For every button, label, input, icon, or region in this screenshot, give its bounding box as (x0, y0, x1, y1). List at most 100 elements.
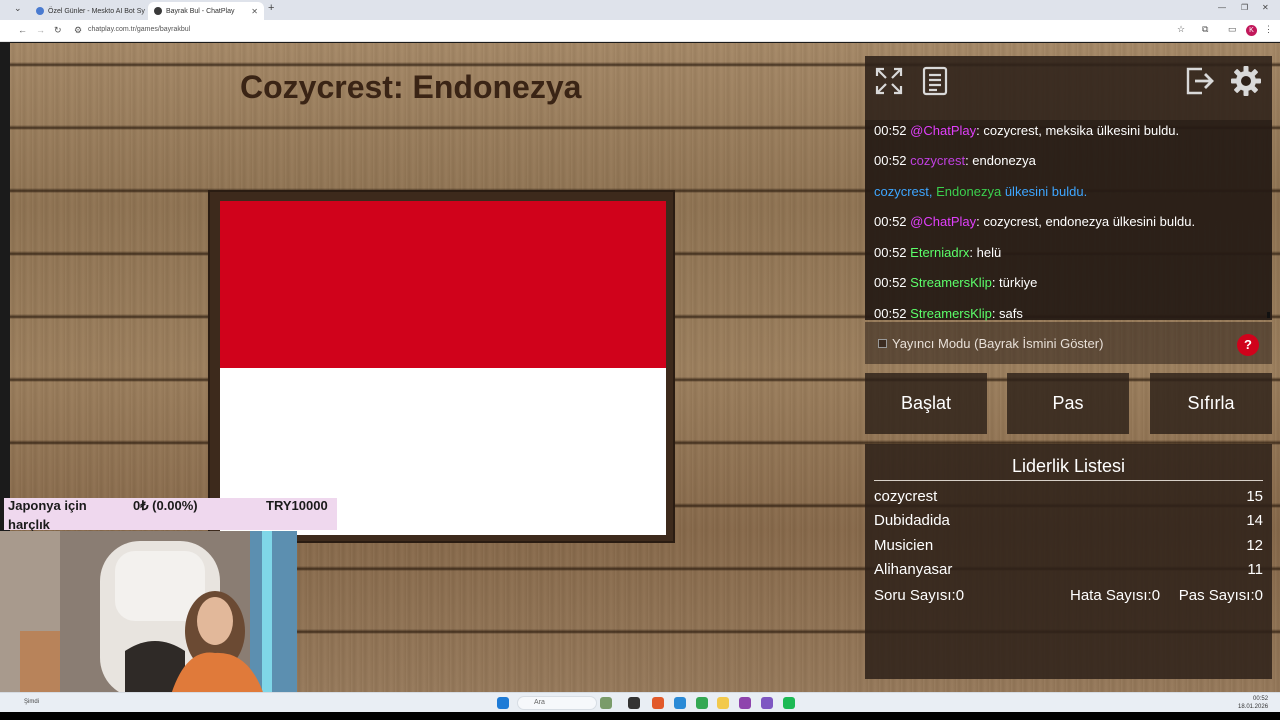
streamer-mode-bar: Yayıncı Modu (Bayrak İsmini Göster) ? (865, 322, 1272, 364)
chat-message: 00:52 Eterniadrx: helü (874, 245, 1001, 260)
chat-scrollbar[interactable] (1267, 312, 1270, 318)
donation-progress: 0₺ (0.00%) (133, 498, 198, 513)
chat-time: 00:52 (874, 306, 907, 321)
chat-message: 00:52 cozycrest: endonezya (874, 153, 1036, 168)
profile-avatar[interactable]: K (1246, 25, 1257, 36)
divider (874, 480, 1263, 481)
notes-icon[interactable] (918, 64, 952, 98)
weather-widget[interactable]: Şimdi (24, 699, 39, 705)
settings-gear-icon[interactable] (1229, 64, 1263, 98)
pass-count: Pas Sayısı:0 (1178, 587, 1263, 604)
file-explorer-icon[interactable] (717, 697, 729, 709)
pass-button[interactable]: Pas (1007, 373, 1129, 434)
restore-icon[interactable]: ❐ (1241, 3, 1248, 12)
back-icon[interactable]: ← (18, 25, 27, 35)
question-count: Soru Sayısı:0 (874, 587, 965, 604)
chrome-icon[interactable] (696, 697, 708, 709)
error-count: Hata Sayısı:0 (1070, 587, 1161, 604)
minimize-icon[interactable]: — (1218, 3, 1226, 12)
app-icon[interactable] (761, 697, 773, 709)
close-window-icon[interactable]: ✕ (1262, 3, 1269, 12)
fullscreen-icon[interactable] (872, 64, 906, 98)
player-score: 15 (1246, 488, 1263, 505)
twitch-icon[interactable] (739, 697, 751, 709)
chat-text: : türkiye (991, 275, 1038, 290)
taskbar-search[interactable]: Ara (517, 696, 597, 710)
close-tab-icon[interactable]: ✕ (145, 7, 146, 16)
edge-icon[interactable] (674, 697, 686, 709)
chat-time: 00:52 (874, 153, 907, 168)
chat-text: : cozycrest, endonezya ülkesini buldu. (976, 214, 1196, 229)
clock-date: 18.01.2026 (1238, 704, 1269, 710)
leaderboard-title: Liderlik Listesi (1011, 456, 1126, 476)
chat-text: : endonezya (965, 153, 1036, 168)
windows-start-icon[interactable] (497, 697, 509, 709)
site-favicon-icon (154, 7, 162, 15)
widget-icon[interactable] (600, 697, 612, 709)
menu-icon[interactable]: ⋮ (1264, 24, 1273, 35)
chat-message: 00:52 @ChatPlay: cozycrest, endonezya ül… (874, 214, 1195, 229)
streamer-mode-checkbox[interactable] (878, 339, 887, 348)
tab-title: Özel Günler - Meskto AI Bot Sy (48, 7, 145, 15)
leaderboard-row: cozycrest 15 (874, 488, 1263, 505)
tab-ozel-gunler[interactable]: Özel Günler - Meskto AI Bot Sy ✕ (30, 2, 146, 20)
leaderboard-row: Musicien 12 (874, 537, 1263, 554)
app-icon[interactable] (652, 697, 664, 709)
new-tab-button[interactable]: + (268, 2, 274, 14)
url-field[interactable]: chatplay.com.tr/games/bayrakbul (88, 26, 190, 33)
chat-text: : safs (991, 306, 1023, 321)
taskbar: Şimdi Ara 00:52 18.01.2026 (0, 692, 1280, 712)
tab-title: Bayrak Bul - ChatPlay (166, 7, 235, 15)
chat-user: cozycrest (910, 153, 966, 168)
player-name: Dubidadida (874, 512, 950, 529)
donation-goal: TRY10000 (266, 498, 328, 513)
chat-announcement: cozycrest, Endonezya ülkesini buldu. (874, 184, 1087, 199)
chat-time: 00:52 (874, 275, 907, 290)
chat-user: Eterniadrx (910, 245, 970, 260)
flag-top-band (220, 201, 666, 368)
start-button[interactable]: Başlat (865, 373, 987, 434)
bookmark-star-icon[interactable]: ☆ (1177, 24, 1185, 35)
chat-time: 00:52 (874, 214, 907, 229)
leaderboard: Liderlik Listesi cozycrest 15 Dubidadida… (865, 444, 1272, 679)
tab-search-icon[interactable]: ⌄ (14, 3, 22, 14)
close-tab-icon[interactable]: ✕ (245, 7, 258, 16)
chat-user: StreamersKlip (910, 275, 992, 290)
announce-country: Endonezya (936, 184, 1002, 199)
player-score: 14 (1246, 512, 1263, 529)
player-score: 12 (1246, 537, 1263, 554)
chat-time: 00:52 (874, 123, 907, 138)
address-bar: ← → ↻ ⚙ chatplay.com.tr/games/bayrakbul … (0, 20, 1280, 42)
chat-panel: 00:52 @ChatPlay: cozycrest, meksika ülke… (865, 56, 1272, 321)
tab-strip: ⌄ Özel Günler - Meskto AI Bot Sy ✕ Bayra… (0, 0, 1280, 20)
chat-message: 00:52 @ChatPlay: cozycrest, meksika ülke… (874, 123, 1179, 138)
help-icon[interactable]: ? (1237, 334, 1259, 356)
donation-label-line2: harçlık (8, 517, 50, 532)
task-view-icon[interactable] (628, 697, 640, 709)
flag-frame (208, 190, 675, 543)
app-icon[interactable] (783, 697, 795, 709)
streamer-mode-label[interactable]: Yayıncı Modu (Bayrak İsmini Göster) (892, 336, 1103, 351)
chat-time: 00:52 (874, 245, 907, 260)
chat-message: 00:52 StreamersKlip: türkiye (874, 275, 1037, 290)
chat-log: 00:52 @ChatPlay: cozycrest, meksika ülke… (865, 120, 1272, 321)
taskbar-clock[interactable]: 00:52 18.01.2026 (1238, 695, 1268, 711)
player-name: cozycrest (874, 488, 938, 505)
donation-goal-overlay: Japonya için harçlık 0₺ (0.00%) TRY10000 (4, 498, 337, 532)
flag-image (220, 201, 666, 535)
exit-icon[interactable] (1183, 64, 1217, 98)
webcam-feed (0, 531, 297, 698)
screen-edge (0, 712, 1280, 720)
reload-icon[interactable]: ↻ (54, 25, 62, 36)
sidebar-icon[interactable]: ▭ (1228, 24, 1237, 35)
chat-user: @ChatPlay (910, 123, 977, 138)
extensions-icon[interactable]: ⧉ (1202, 24, 1208, 35)
site-info-icon[interactable]: ⚙ (74, 25, 82, 36)
chat-user: StreamersKlip (910, 306, 992, 321)
forward-icon[interactable]: → (36, 25, 45, 35)
leaderboard-row: Alihanyasar 11 (874, 561, 1263, 578)
site-favicon-icon (36, 7, 44, 15)
announce-text: ülkesini buldu. (1004, 184, 1088, 199)
tab-bayrak-bul[interactable]: Bayrak Bul - ChatPlay ✕ (148, 2, 264, 20)
reset-button[interactable]: Sıfırla (1150, 373, 1272, 434)
